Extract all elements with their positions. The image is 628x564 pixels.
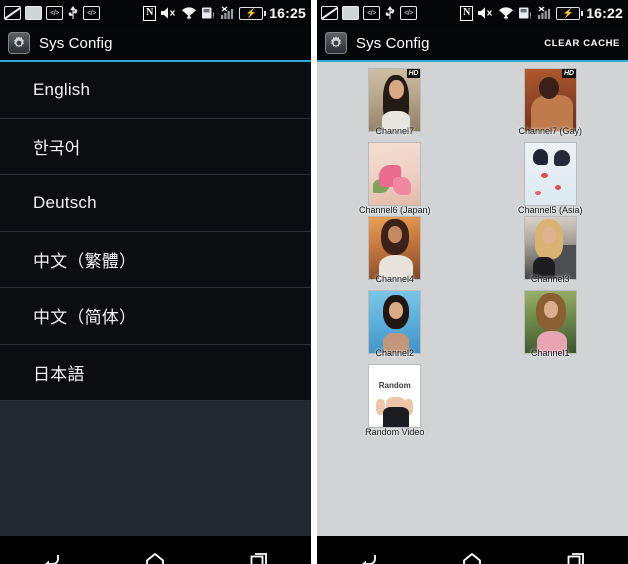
wifi-icon: [498, 6, 514, 20]
channel-label: Channel3: [530, 274, 570, 284]
app-title: Sys Config: [356, 34, 430, 52]
channel-grid: HD Channel7 HD Channel7 (Gay) Channel6 (…: [317, 62, 628, 536]
channel-thumbnail: [368, 216, 422, 280]
language-label: 中文（繁體）: [33, 251, 137, 271]
volume-mute-icon: [160, 6, 177, 20]
language-item-english[interactable]: English: [0, 62, 311, 119]
gear-icon: [325, 32, 347, 54]
cellular-signal-off-icon: [219, 6, 235, 20]
sd-card-alert-icon: !: [518, 6, 532, 20]
channel-tile[interactable]: Channel1: [473, 290, 628, 364]
channel-thumbnail: [523, 216, 577, 280]
app-bar: Sys Config CLEAR CACHE: [317, 26, 628, 60]
channel-label: Channel7: [375, 126, 415, 136]
adb-icon: </>: [46, 6, 63, 20]
sd-card-alert-icon: !: [201, 6, 215, 20]
channel-thumbnail: HD: [523, 68, 577, 132]
svg-text:!: !: [212, 11, 214, 20]
status-bar-clock: 16:22: [586, 5, 623, 21]
language-label: 日本語: [33, 364, 85, 384]
language-label: English: [33, 79, 91, 99]
status-bar: </> </> N !: [0, 0, 311, 26]
status-bar-right-icons: N ! ⚡ 16:22: [460, 0, 623, 26]
channel-thumbnail: [523, 290, 577, 354]
channel-tile[interactable]: HD Channel7: [317, 68, 473, 142]
phone-screen-channels: </> </> N ! ⚡ 16:22 Sys Config CLEAR CAC…: [317, 0, 628, 564]
channel-label: Channel5 (Asia): [517, 205, 583, 215]
channel-thumbnail: Random: [368, 364, 422, 428]
channel-tile[interactable]: HD Channel7 (Gay): [473, 68, 628, 142]
wifi-icon: [181, 6, 197, 20]
battery-charging-icon: ⚡: [556, 6, 584, 20]
language-item-german[interactable]: Deutsch: [0, 175, 311, 232]
adb-icon-2: </>: [400, 6, 417, 20]
channel-tile[interactable]: Channel3: [473, 216, 628, 290]
status-bar: </> </> N !: [317, 0, 628, 26]
channel-thumbnail: [368, 142, 422, 206]
keyboard-icon: [25, 6, 42, 20]
home-icon[interactable]: [445, 541, 499, 564]
hd-badge: HD: [562, 69, 576, 78]
language-label: 한국어: [33, 138, 81, 158]
channel-label: Channel2: [375, 348, 415, 358]
channel-tile[interactable]: Channel4: [317, 216, 473, 290]
channel-label: Channel4: [375, 274, 415, 284]
channel-tile[interactable]: Channel6 (Japan): [317, 142, 473, 216]
language-label: 中文（简体）: [33, 308, 137, 328]
usb-icon: [384, 5, 396, 21]
language-item-chinese-simplified[interactable]: 中文（简体）: [0, 288, 311, 345]
svg-text:!: !: [529, 11, 531, 20]
channel-tile[interactable]: Channel2: [317, 290, 473, 364]
language-label: Deutsch: [33, 192, 97, 212]
channel-thumbnail: [523, 142, 577, 206]
channel-label: Random Video: [365, 427, 425, 437]
channel-label: Channel7 (Gay): [518, 126, 583, 136]
app-bar: Sys Config: [0, 26, 311, 60]
nfc-icon: N: [460, 5, 474, 21]
language-item-chinese-traditional[interactable]: 中文（繁體）: [0, 231, 311, 288]
cellular-signal-off-icon: [536, 6, 552, 20]
battery-charging-icon: ⚡: [239, 6, 267, 20]
screenshot-icon: [321, 6, 338, 20]
screenshot-icon: [4, 6, 21, 20]
channel-tile-random[interactable]: Random Random Video: [317, 364, 473, 438]
navigation-bar: [317, 536, 628, 564]
recents-icon[interactable]: [549, 541, 603, 564]
navigation-bar: [0, 536, 311, 564]
recents-icon[interactable]: [232, 541, 286, 564]
gear-icon: [8, 32, 30, 54]
usb-icon: [67, 5, 79, 21]
language-item-japanese[interactable]: 日本語: [0, 344, 311, 401]
channel-thumbnail: [368, 290, 422, 354]
status-bar-right-icons: N ! ⚡ 16:25: [143, 0, 306, 26]
nfc-icon: N: [143, 5, 157, 21]
channel-tile[interactable]: Channel5 (Asia): [473, 142, 628, 216]
channel-thumbnail: HD: [368, 68, 422, 132]
volume-mute-icon: [477, 6, 494, 20]
clear-cache-button[interactable]: CLEAR CACHE: [544, 38, 620, 49]
dual-screenshot-container: </> </> N ! ⚡ 16:25 Sys Config English 한…: [0, 0, 628, 564]
channel-label: Channel6 (Japan): [358, 205, 431, 215]
home-icon[interactable]: [128, 541, 182, 564]
adb-icon-2: </>: [83, 6, 100, 20]
adb-icon: </>: [363, 6, 380, 20]
channel-label: Channel1: [530, 348, 570, 358]
back-icon[interactable]: [25, 541, 79, 564]
status-bar-left-icons: </> </>: [4, 5, 100, 21]
phone-screen-language: </> </> N ! ⚡ 16:25 Sys Config English 한…: [0, 0, 311, 564]
hd-badge: HD: [406, 69, 421, 78]
back-icon[interactable]: [342, 541, 396, 564]
language-list: English 한국어 Deutsch 中文（繁體） 中文（简体） 日本語: [0, 62, 311, 536]
app-title: Sys Config: [39, 34, 113, 52]
status-bar-left-icons: </> </>: [321, 5, 417, 21]
random-overlay-label: Random: [378, 381, 411, 390]
keyboard-icon: [342, 6, 359, 20]
language-item-korean[interactable]: 한국어: [0, 118, 311, 175]
status-bar-clock: 16:25: [269, 5, 306, 21]
